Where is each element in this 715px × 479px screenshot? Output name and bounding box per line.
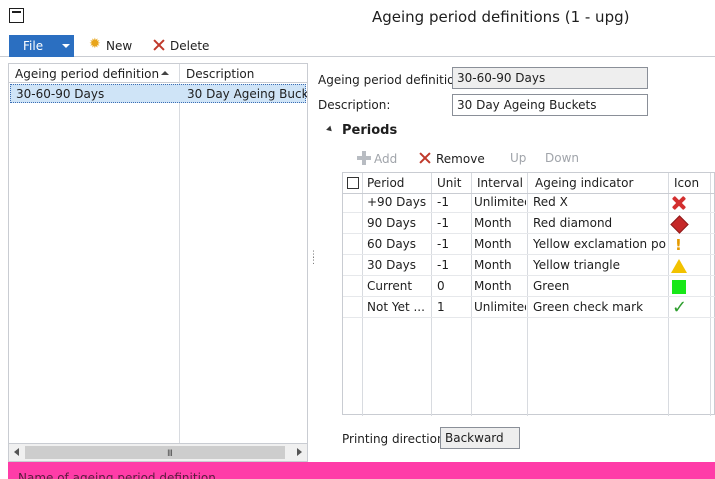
period-cell: 30 Days — [367, 258, 417, 272]
indicator-cell: Yellow triangle — [533, 258, 621, 272]
periods-section-title[interactable]: Periods — [342, 123, 397, 138]
interval-cell: Month — [474, 258, 512, 272]
column-header-interval[interactable]: Interval — [477, 173, 523, 193]
column-header-period[interactable]: Period — [367, 173, 404, 193]
period-cell: Current — [367, 279, 413, 293]
pane-splitter[interactable]: ⋮ ⋮ — [309, 251, 318, 266]
list-item[interactable]: 30-60-90 Days 30 Day Ageing Buckets — [10, 84, 307, 103]
indicator-cell: Red diamond — [533, 216, 613, 230]
printing-direction-field[interactable]: Backward — [440, 427, 520, 449]
action-pane: File New Delete — [0, 34, 715, 57]
select-all-checkbox[interactable] — [347, 177, 359, 189]
periods-grid: Period Unit Interval Ageing indicator Ic… — [342, 172, 715, 416]
periods-toolbar: Add Remove Up Down — [342, 146, 715, 171]
column-header-icon[interactable]: Icon — [674, 173, 699, 193]
column-header-definition[interactable]: Ageing period definition — [15, 67, 159, 81]
indicator-cell: Green — [533, 279, 570, 293]
column-divider — [179, 64, 180, 443]
column-header-description[interactable]: Description — [186, 67, 254, 81]
add-button-label: Add — [374, 152, 398, 166]
status-text: Name of ageing period definition — [18, 471, 216, 479]
add-icon — [357, 151, 371, 165]
delete-button-label: Delete — [170, 39, 210, 53]
up-button[interactable]: Up — [510, 151, 526, 165]
indicator-cell: Red X — [533, 195, 568, 209]
definition-list: Ageing period definition Description 30-… — [8, 63, 308, 462]
scrollbar-thumb[interactable]: III — [25, 446, 285, 459]
file-menu-button[interactable]: File — [9, 35, 74, 57]
green-square-icon — [671, 279, 687, 295]
printing-direction-label: Printing direction: — [342, 432, 449, 446]
delete-icon — [152, 38, 166, 52]
new-button-label: New — [106, 39, 133, 53]
description-field[interactable]: 30 Day Ageing Buckets — [452, 94, 648, 116]
table-row[interactable]: 90 Days -1 Month Red diamond — [343, 213, 715, 234]
table-row[interactable]: Current 0 Month Green — [343, 276, 715, 297]
down-button[interactable]: Down — [545, 151, 579, 165]
delete-button[interactable]: Delete — [152, 38, 209, 54]
sort-ascending-icon — [161, 71, 169, 75]
interval-cell: Month — [474, 237, 512, 251]
period-cell: +90 Days — [367, 195, 427, 209]
horizontal-scrollbar[interactable]: III — [9, 443, 307, 461]
indicator-cell: Yellow exclamation point — [533, 237, 667, 251]
table-row[interactable]: +90 Days -1 Unlimited Red X — [343, 192, 715, 213]
scroll-left-icon[interactable] — [14, 448, 19, 456]
unit-cell: -1 — [437, 258, 449, 272]
chevron-down-icon — [62, 44, 70, 48]
definition-field[interactable]: 30-60-90 Days — [452, 67, 648, 89]
period-cell: 60 Days — [367, 237, 417, 251]
table-row[interactable]: Not Yet ... 1 Unlimited Green check mark — [343, 297, 715, 318]
interval-cell: Month — [474, 216, 512, 230]
yellow-exclamation-icon — [671, 236, 687, 254]
table-row[interactable]: 60 Days -1 Month Yellow exclamation poin… — [343, 234, 715, 255]
collapse-section-icon[interactable] — [326, 125, 334, 134]
new-icon — [89, 36, 103, 52]
column-header-unit[interactable]: Unit — [437, 173, 461, 193]
red-x-icon — [671, 195, 687, 211]
interval-cell: Unlimited — [474, 195, 526, 209]
description-label: Description: — [318, 98, 391, 112]
column-header-ageing-indicator[interactable]: Ageing indicator — [535, 173, 633, 193]
unit-cell: -1 — [437, 216, 449, 230]
remove-icon — [418, 151, 432, 165]
remove-button[interactable]: Remove — [418, 151, 485, 166]
table-row[interactable]: 30 Days -1 Month Yellow triangle — [343, 255, 715, 276]
list-item-description: 30 Day Ageing Buckets — [187, 87, 307, 101]
remove-button-label: Remove — [436, 152, 485, 166]
scroll-right-icon[interactable] — [297, 448, 302, 456]
unit-cell: 1 — [437, 300, 445, 314]
interval-cell: Month — [474, 279, 512, 293]
new-button[interactable]: New — [89, 36, 133, 54]
period-cell: Not Yet ... — [367, 300, 425, 314]
window-title: Ageing period definitions (1 - upg) — [372, 8, 630, 26]
list-header: Ageing period definition Description — [9, 64, 307, 83]
unit-cell: 0 — [437, 279, 445, 293]
definition-label: Ageing period definition: — [318, 73, 467, 87]
yellow-triangle-icon — [671, 258, 687, 274]
interval-cell: Unlimited — [474, 300, 526, 314]
add-button[interactable]: Add — [357, 151, 397, 166]
app-icon[interactable] — [9, 8, 24, 23]
scrollbar-grip: III — [167, 449, 173, 459]
red-diamond-icon — [671, 216, 687, 232]
unit-cell: -1 — [437, 237, 449, 251]
green-check-icon — [671, 297, 687, 318]
status-bar: Name of ageing period definition — [8, 462, 715, 479]
file-menu-label: File — [23, 39, 44, 53]
indicator-cell: Green check mark — [533, 300, 644, 314]
list-item-definition: 30-60-90 Days — [16, 87, 105, 101]
period-cell: 90 Days — [367, 216, 417, 230]
unit-cell: -1 — [437, 195, 449, 209]
title-bar: Ageing period definitions (1 - upg) — [0, 0, 715, 34]
